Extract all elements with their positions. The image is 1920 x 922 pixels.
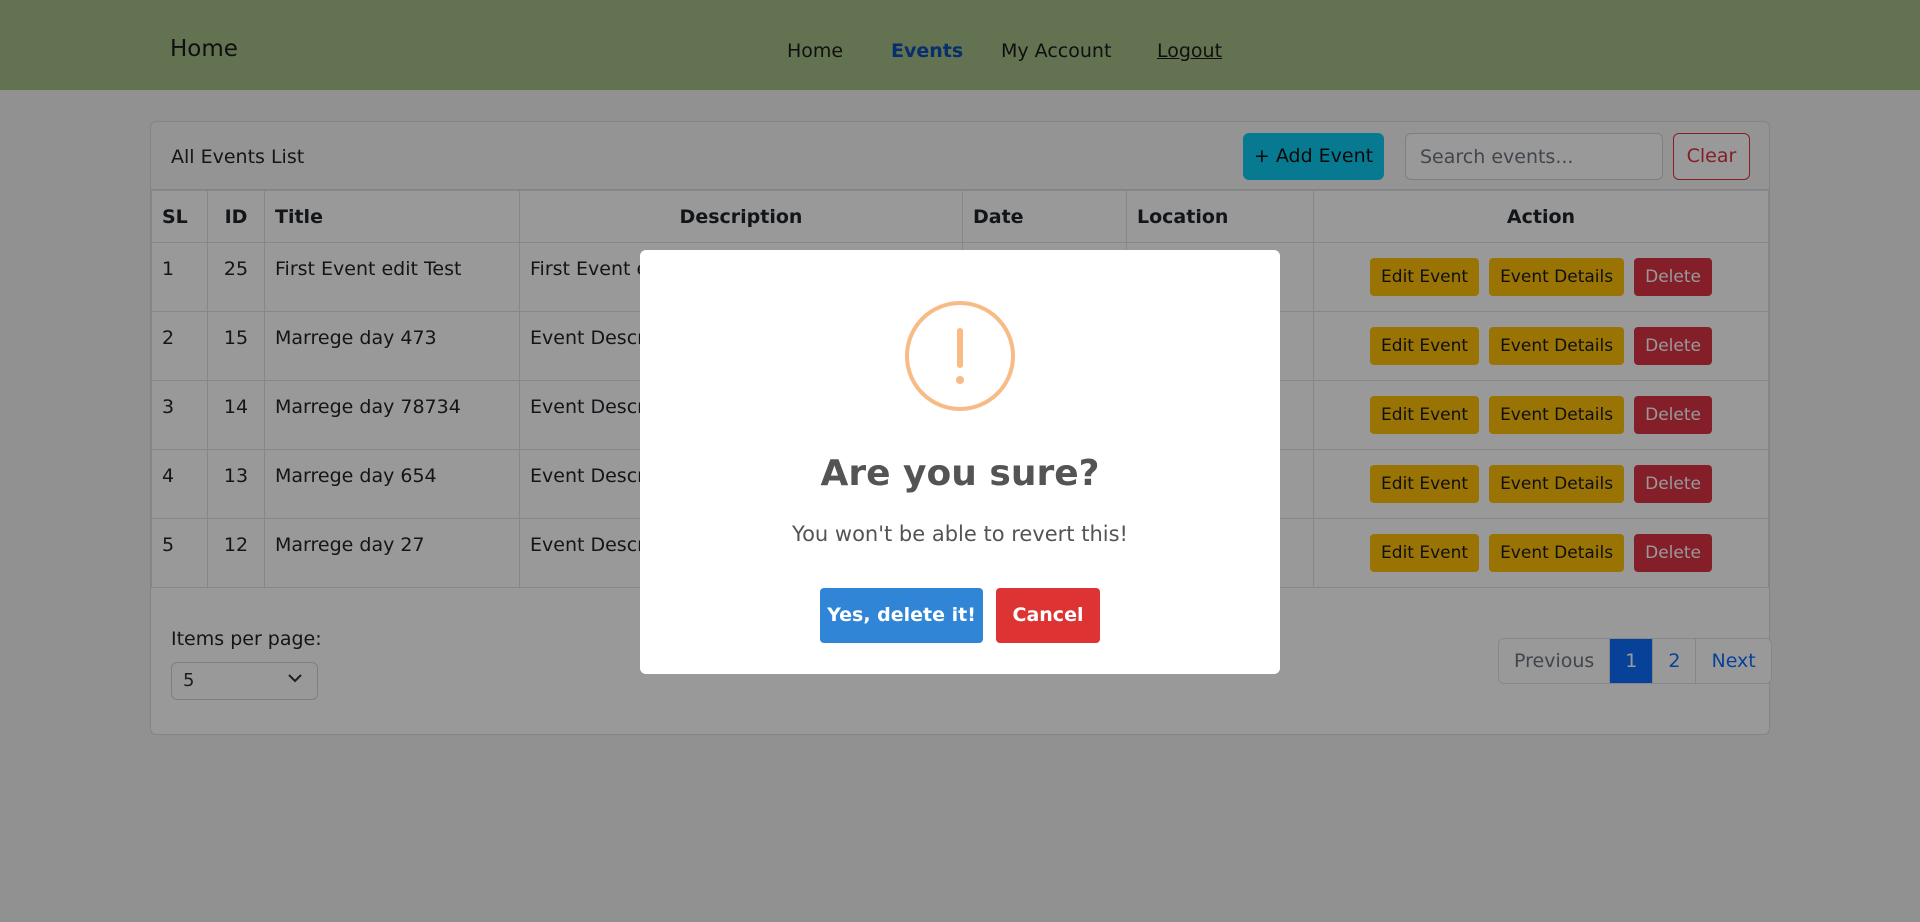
confirm-delete-button[interactable]: Yes, delete it! bbox=[820, 588, 983, 643]
dialog-title: Are you sure? bbox=[820, 453, 1100, 494]
cancel-button[interactable]: Cancel bbox=[996, 588, 1100, 643]
confirm-dialog: Are you sure? You won't be able to rever… bbox=[640, 250, 1280, 674]
dialog-message: You won't be able to revert this! bbox=[792, 522, 1128, 546]
exclamation-icon bbox=[905, 301, 1015, 411]
